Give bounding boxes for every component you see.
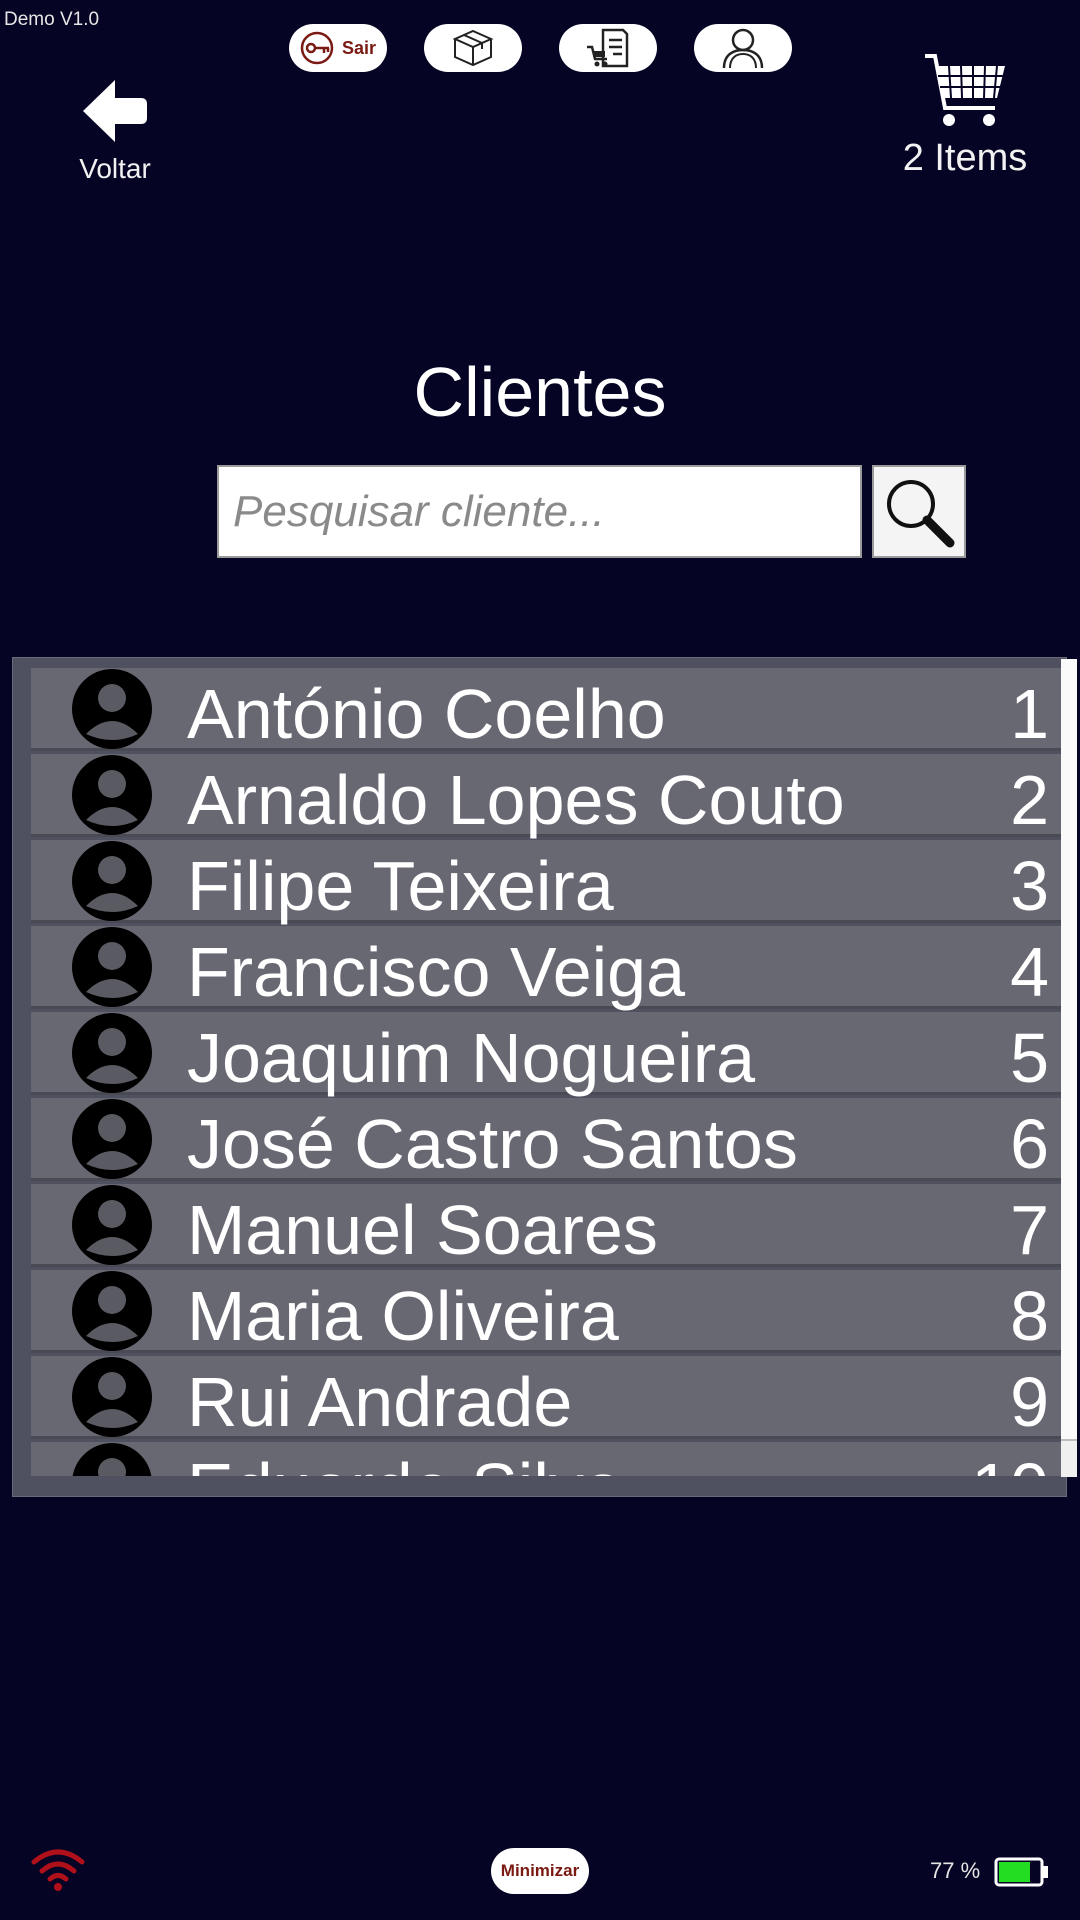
client-number: 3 — [1010, 847, 1049, 925]
client-number: 4 — [1010, 933, 1049, 1011]
client-name: António Coelho — [187, 675, 666, 753]
clients-button[interactable] — [694, 24, 792, 72]
client-row[interactable]: Joaquim Nogueira 5 — [31, 1012, 1061, 1097]
client-number: 2 — [1010, 761, 1049, 839]
client-name: Joaquim Nogueira — [187, 1019, 756, 1097]
avatar-icon — [71, 1098, 153, 1180]
key-icon — [300, 31, 334, 65]
avatar-icon — [71, 1270, 153, 1352]
cart-count: 2 Items — [902, 137, 1028, 179]
client-name: Maria Oliveira — [187, 1277, 619, 1355]
page-title: Clientes — [413, 353, 667, 431]
client-name: Francisco Veiga — [187, 933, 686, 1011]
client-list-viewport[interactable]: António Coelho 1 Arnaldo Lopes Couto 2 Filip… — [31, 668, 1061, 1476]
client-name: Rui Andrade — [187, 1363, 573, 1441]
client-number: 1 — [1010, 675, 1049, 753]
cart-button[interactable]: 2 Items — [880, 52, 1050, 180]
app-version: Demo V1.0 — [4, 9, 100, 30]
box-icon — [452, 29, 494, 67]
client-name: Arnaldo Lopes Couto — [187, 761, 845, 839]
search-input[interactable] — [217, 465, 862, 558]
client-number: 9 — [1010, 1363, 1049, 1441]
client-row[interactable]: Manuel Soares 7 — [31, 1184, 1061, 1269]
cart-icon — [925, 54, 1005, 126]
search-button[interactable] — [872, 465, 966, 558]
client-row[interactable]: Maria Oliveira 8 — [31, 1270, 1061, 1355]
avatar-icon — [71, 1442, 153, 1476]
client-number: 8 — [1010, 1277, 1049, 1355]
client-name: Manuel Soares — [187, 1191, 658, 1269]
orders-button[interactable] — [559, 24, 657, 72]
client-row[interactable]: Rui Andrade 9 — [31, 1356, 1061, 1441]
client-row[interactable]: José Castro Santos 6 — [31, 1098, 1061, 1183]
wifi-icon — [30, 1846, 86, 1897]
avatar-icon — [71, 926, 153, 1008]
battery-fill — [999, 1862, 1030, 1882]
client-row[interactable]: Eduardo Silva 10 — [31, 1442, 1061, 1476]
minimize-button[interactable]: Minimizar — [491, 1848, 589, 1894]
search-icon — [887, 479, 955, 547]
client-row[interactable]: António Coelho 1 — [31, 668, 1061, 753]
exit-label: Sair — [341, 37, 377, 58]
client-row[interactable]: Arnaldo Lopes Couto 2 — [31, 754, 1061, 839]
client-number: 5 — [1010, 1019, 1049, 1097]
client-number: 6 — [1010, 1105, 1049, 1183]
avatar-icon — [71, 1184, 153, 1266]
client-number: 7 — [1010, 1191, 1049, 1269]
avatar-icon — [71, 840, 153, 922]
avatar-icon — [71, 668, 153, 750]
battery-icon — [994, 1856, 1050, 1893]
back-label: Voltar — [79, 153, 151, 184]
client-row[interactable]: Francisco Veiga 4 — [31, 926, 1061, 1011]
scrollbar-thumb[interactable] — [1061, 659, 1077, 1441]
arrow-left-icon — [83, 80, 147, 142]
client-list[interactable]: António Coelho 1 Arnaldo Lopes Couto 2 Filip… — [12, 657, 1077, 1497]
cart-document-icon — [587, 28, 629, 68]
scrollbar[interactable] — [1061, 659, 1077, 1477]
client-row[interactable]: Filipe Teixeira 3 — [31, 840, 1061, 925]
avatar-icon — [71, 1012, 153, 1094]
avatar-icon — [71, 1356, 153, 1438]
users-icon — [722, 28, 764, 69]
products-button[interactable] — [424, 24, 522, 72]
client-number: 10 — [971, 1448, 1049, 1476]
back-button[interactable]: Voltar — [70, 78, 160, 185]
avatar-icon — [71, 754, 153, 836]
client-name: Filipe Teixeira — [187, 847, 614, 925]
exit-button[interactable]: Sair — [289, 24, 387, 72]
battery-percent: 77 % — [930, 1858, 981, 1883]
client-name: Eduardo Silva — [187, 1448, 623, 1476]
client-name: José Castro Santos — [187, 1105, 798, 1183]
